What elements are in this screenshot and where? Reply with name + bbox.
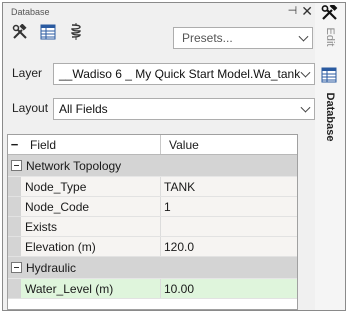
- table-icon[interactable]: [321, 67, 337, 86]
- tools-icon[interactable]: [321, 3, 339, 24]
- grid-header: − Field Value: [8, 135, 297, 155]
- field-name: Elevation (m): [21, 237, 161, 256]
- collapse-icon[interactable]: [11, 262, 22, 273]
- tab-database[interactable]: Database: [324, 93, 336, 142]
- chevron-down-icon: [298, 31, 309, 42]
- field-name: Water_Level (m): [21, 279, 161, 298]
- layer-value: __Wadiso 6 _ My Quick Start Model.Wa_tan…: [59, 67, 301, 81]
- value-column-header[interactable]: Value: [161, 138, 199, 152]
- table-row[interactable]: Elevation (m) 120.0: [8, 237, 297, 257]
- collapse-all-button[interactable]: −: [8, 137, 21, 152]
- field-value[interactable]: 10.00: [161, 279, 297, 298]
- field-value[interactable]: [161, 217, 297, 236]
- field-column-header[interactable]: Field: [21, 135, 161, 154]
- layout-label: Layout: [12, 101, 49, 115]
- property-grid: − Field Value Network Topology Node_Type…: [7, 134, 298, 310]
- panel-title: Database: [11, 7, 50, 17]
- table-row[interactable]: Node_Code 1: [8, 197, 297, 217]
- tab-edit[interactable]: Edit: [324, 28, 336, 47]
- database-window: Database ⊣ ✕ Presets... Layer __Wadiso 6…: [2, 2, 346, 311]
- close-icon[interactable]: ✕: [301, 4, 313, 18]
- field-name: Exists: [21, 217, 161, 236]
- category-label: Hydraulic: [26, 260, 77, 275]
- category-network-topology[interactable]: Network Topology: [8, 155, 297, 177]
- layer-select[interactable]: __Wadiso 6 _ My Quick Start Model.Wa_tan…: [53, 63, 315, 85]
- table-row[interactable]: Water_Level (m) 10.00: [8, 279, 297, 299]
- field-value[interactable]: 120.0: [161, 237, 297, 256]
- layout-select[interactable]: All Fields: [53, 98, 315, 120]
- presets-label: Presets...: [182, 31, 233, 45]
- chevron-down-icon: [300, 102, 311, 113]
- category-hydraulic[interactable]: Hydraulic: [8, 257, 297, 279]
- table-row[interactable]: Exists: [8, 217, 297, 237]
- collapse-icon[interactable]: [11, 160, 22, 171]
- layer-label: Layer: [12, 66, 43, 80]
- field-value[interactable]: 1: [161, 197, 297, 216]
- panel-title-controls: ⊣ ✕: [288, 4, 313, 18]
- database-panel: Database ⊣ ✕ Presets... Layer __Wadiso 6…: [3, 3, 316, 310]
- field-value[interactable]: TANK: [161, 177, 297, 196]
- category-label: Network Topology: [26, 158, 122, 173]
- pin-icon[interactable]: ⊣: [288, 4, 298, 18]
- tools-icon[interactable]: [11, 23, 29, 41]
- field-name: Node_Type: [21, 177, 161, 196]
- presets-dropdown[interactable]: Presets...: [173, 27, 313, 49]
- layout-value: All Fields: [59, 102, 108, 116]
- table-icon[interactable]: [39, 23, 57, 41]
- table-row[interactable]: Node_Type TANK: [8, 177, 297, 197]
- side-tab-strip: Edit Database: [315, 3, 345, 310]
- coil-icon[interactable]: [67, 23, 85, 41]
- chevron-down-icon: [300, 67, 311, 78]
- field-name: Node_Code: [21, 197, 161, 216]
